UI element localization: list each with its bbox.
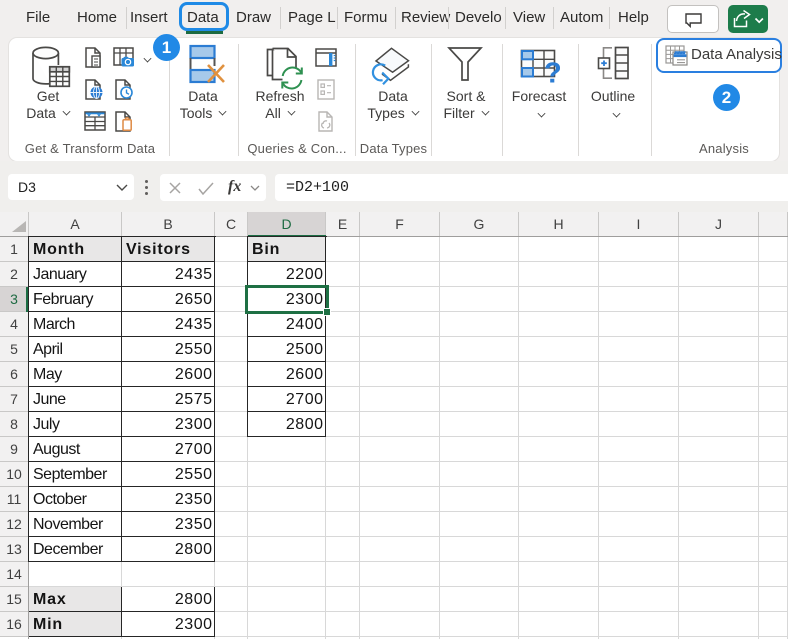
svg-text:?: ?: [544, 58, 560, 88]
